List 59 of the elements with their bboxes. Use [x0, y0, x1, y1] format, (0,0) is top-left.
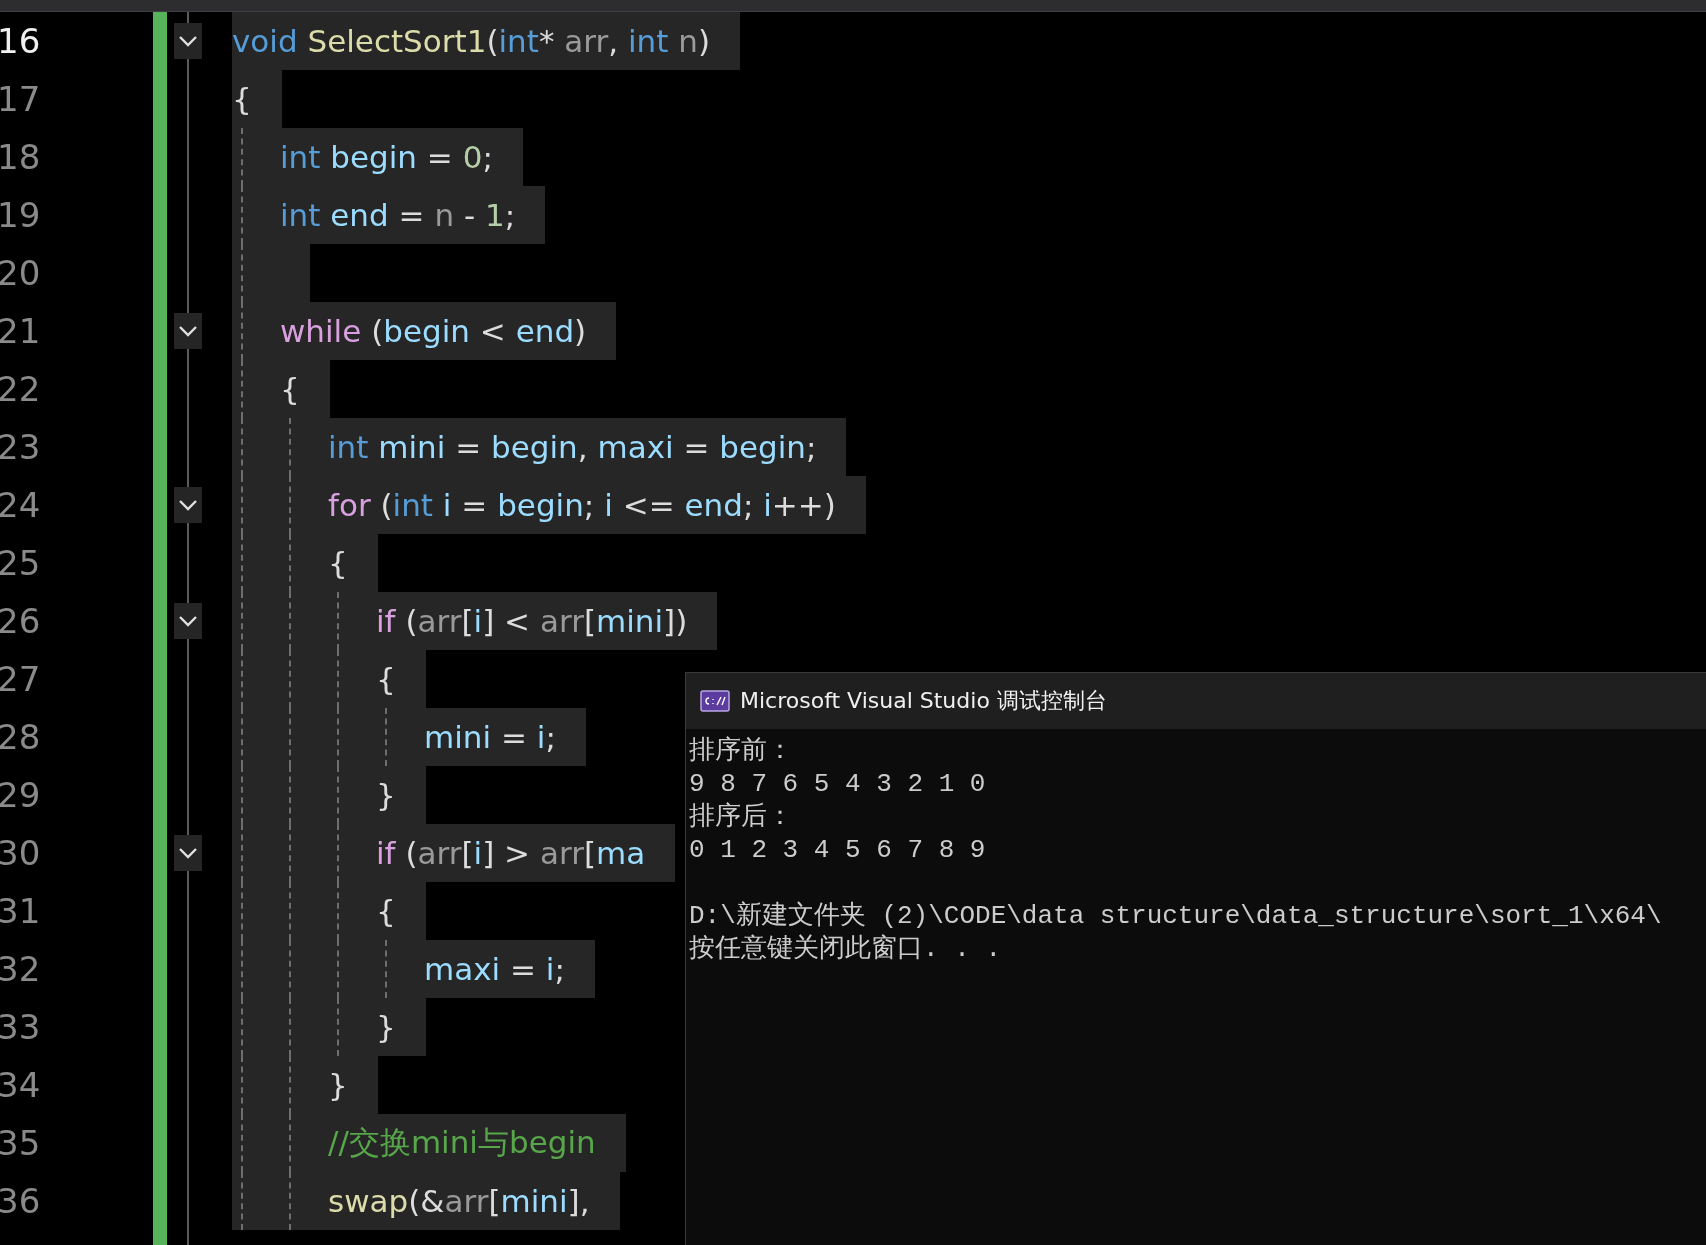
- line-number: 29: [0, 775, 41, 815]
- code-line: }: [376, 1009, 396, 1045]
- code-line: for (int i = begin; i <= end; i++): [328, 487, 836, 523]
- line-number: 35: [0, 1123, 41, 1163]
- code-line: mini = i;: [424, 719, 556, 755]
- chevron-down-icon: [178, 35, 198, 47]
- line-number: 18: [0, 137, 41, 177]
- line-number: 32: [0, 949, 41, 989]
- console-icon: [700, 690, 730, 712]
- code-line: {: [376, 893, 396, 929]
- code-line: }: [376, 777, 396, 813]
- code-line: while (begin < end): [280, 313, 587, 349]
- line-number: 36: [0, 1181, 41, 1221]
- code-line: swap(&arr[mini],: [328, 1183, 590, 1219]
- chevron-down-icon: [178, 615, 198, 627]
- code-line: {: [232, 81, 252, 117]
- line-number: 27: [0, 659, 41, 699]
- code-line: if (arr[i] < arr[mini]): [376, 603, 688, 639]
- line-number: 23: [0, 427, 41, 467]
- console-output-line: 9 8 7 6 5 4 3 2 1 0: [689, 768, 986, 801]
- code-line: maxi = i;: [424, 951, 565, 987]
- line-number: 16: [0, 21, 41, 61]
- code-line: {: [376, 661, 396, 697]
- code-line: int begin = 0;: [280, 139, 493, 175]
- chevron-down-icon: [178, 499, 198, 511]
- line-number: 19: [0, 195, 41, 235]
- console-title: Microsoft Visual Studio 调试控制台: [740, 687, 1107, 715]
- code-line: int end = n - 1;: [280, 197, 516, 233]
- line-number: 33: [0, 1007, 41, 1047]
- line-number: 17: [0, 79, 41, 119]
- fold-toggle[interactable]: [174, 603, 202, 639]
- console-output-line: 按任意键关闭此窗口. . .: [689, 933, 1001, 966]
- fold-toggle[interactable]: [174, 487, 202, 523]
- line-number: 31: [0, 891, 41, 931]
- code-line: {: [328, 545, 348, 581]
- line-number: 24: [0, 485, 41, 525]
- line-number: 21: [0, 311, 41, 351]
- line-number: 20: [0, 253, 41, 293]
- line-number: 30: [0, 833, 41, 873]
- line-number: 34: [0, 1065, 41, 1105]
- code-line: {: [280, 371, 300, 407]
- code-line: void SelectSort1(int* arr, int n): [232, 23, 710, 59]
- console-output-line: 0 1 2 3 4 5 6 7 8 9: [689, 834, 986, 867]
- console-output-line: 排序后：: [689, 801, 793, 834]
- chevron-down-icon: [178, 325, 198, 337]
- fold-toggle[interactable]: [174, 313, 202, 349]
- code-line: if (arr[i] > arr[ma: [376, 835, 646, 871]
- chevron-down-icon: [178, 847, 198, 859]
- line-number: 25: [0, 543, 41, 583]
- fold-toggle[interactable]: [174, 835, 202, 871]
- code-line: }: [328, 1067, 348, 1103]
- fold-toggle[interactable]: [174, 23, 202, 59]
- console-output-line: D:\新建文件夹 (2)\CODE\data structure\data_structure\sort_1\x64\: [689, 900, 1662, 933]
- console-output-line: 排序前：: [689, 735, 793, 768]
- code-line: //交换mini与begin: [328, 1123, 596, 1162]
- line-number: 28: [0, 717, 41, 757]
- code-line: int mini = begin, maxi = begin;: [328, 429, 817, 465]
- line-number: 26: [0, 601, 41, 641]
- line-number: 22: [0, 369, 41, 409]
